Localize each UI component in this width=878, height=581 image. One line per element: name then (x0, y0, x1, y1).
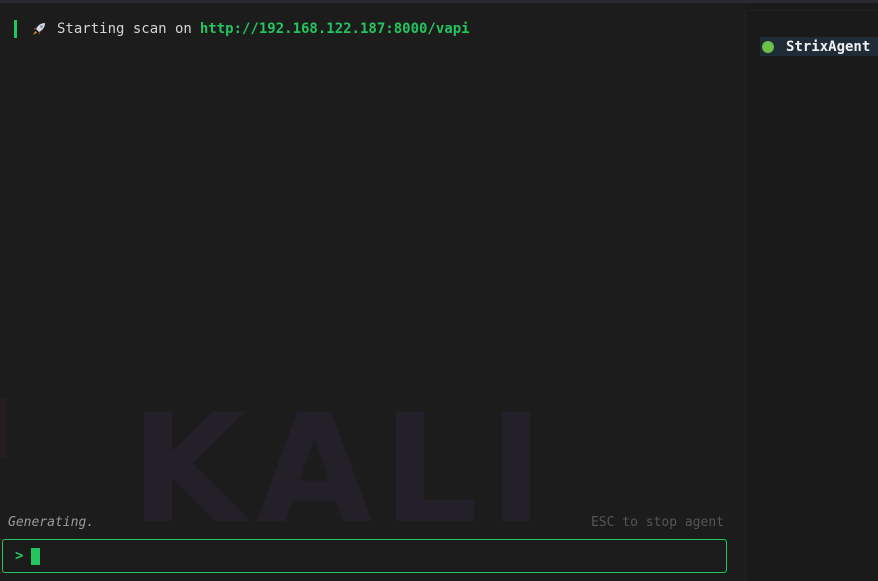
dragon-logo-fragment (0, 398, 46, 458)
status-row: Generating. ESC to stop agent (8, 512, 724, 532)
target-url-link[interactable]: http://192.168.122.187:8000/vapi (200, 21, 470, 37)
chat-message: Starting scan on http://192.168.122.187:… (14, 19, 470, 39)
generating-status: Generating. (8, 514, 95, 530)
rocket-icon (31, 21, 47, 37)
text-cursor (31, 547, 41, 565)
message-text: Starting scan on (57, 21, 192, 37)
prompt-symbol: > (15, 548, 24, 564)
chat-pane: KALI Starting scan on http://192.168.122… (0, 3, 745, 581)
app-window: KALI Starting scan on http://192.168.122… (0, 0, 878, 581)
agent-name: StrixAgent (786, 38, 871, 55)
agents-panel: StrixAgent (745, 10, 878, 581)
message-accent-bar (14, 20, 17, 38)
chat-input[interactable]: > (2, 539, 727, 573)
agent-item-strixagent[interactable]: StrixAgent (760, 37, 878, 56)
agent-status-dot (762, 40, 774, 53)
stop-agent-hint: ESC to stop agent (590, 514, 724, 530)
